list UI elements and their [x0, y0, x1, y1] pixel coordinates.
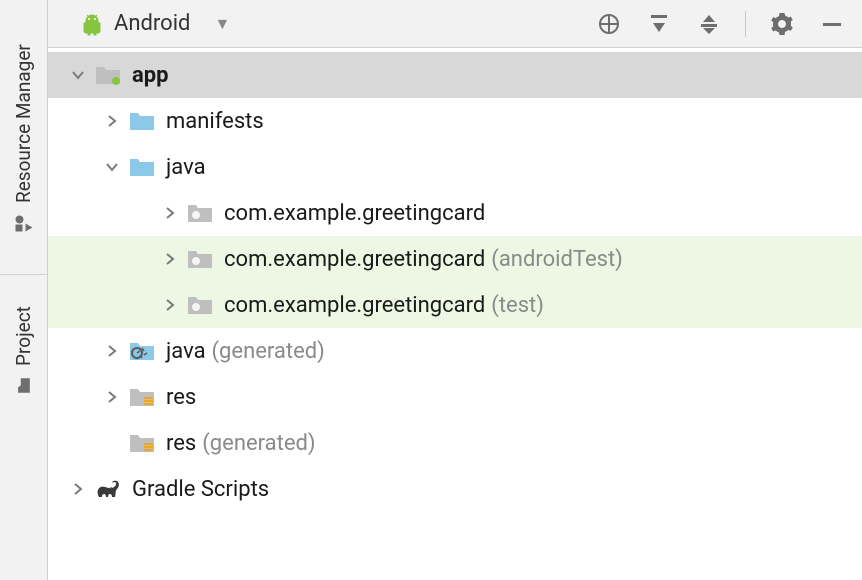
- divider: [745, 11, 746, 37]
- chevron-down-icon: ▼: [214, 14, 230, 34]
- collapse-all-button[interactable]: [695, 10, 723, 38]
- tree-node-label: com.example.greetingcard: [224, 293, 485, 318]
- tree-node-app[interactable]: app: [48, 52, 862, 98]
- android-icon: [80, 12, 104, 36]
- settings-button[interactable]: [768, 10, 796, 38]
- gradle-icon: [94, 475, 122, 503]
- tree-node-package-androidtest[interactable]: com.example.greetingcard (androidTest): [48, 236, 862, 282]
- tree-node-label: java: [166, 155, 206, 180]
- project-panel: Android ▼: [48, 0, 862, 580]
- chevron-down-icon: [100, 155, 124, 179]
- tree-node-manifests[interactable]: manifests: [48, 98, 862, 144]
- side-tab-bar: Resource Manager Project: [0, 0, 48, 580]
- header-actions: [595, 10, 854, 38]
- tree-node-suffix: (generated): [212, 339, 325, 364]
- tree-node-suffix: (generated): [202, 431, 315, 456]
- package-folder-icon: [186, 291, 214, 319]
- tree-node-java-generated[interactable]: java (generated): [48, 328, 862, 374]
- project-panel-header: Android ▼: [48, 0, 862, 48]
- side-tab-label: Project: [12, 306, 35, 366]
- res-folder-icon: [128, 429, 156, 457]
- tree-node-label: res: [166, 385, 196, 410]
- tree-node-label: res: [166, 431, 196, 456]
- module-folder-icon: [94, 61, 122, 89]
- chevron-right-icon: [158, 247, 182, 271]
- package-folder-icon: [186, 199, 214, 227]
- chevron-right-icon: [66, 477, 90, 501]
- select-opened-file-button[interactable]: [595, 10, 623, 38]
- res-folder-icon: [128, 383, 156, 411]
- folder-icon: [128, 153, 156, 181]
- resource-manager-icon: [14, 212, 34, 235]
- view-selector-label: Android: [114, 11, 190, 36]
- chevron-down-icon: [66, 63, 90, 87]
- folder-icon: [128, 107, 156, 135]
- chevron-right-icon: [158, 201, 182, 225]
- view-selector[interactable]: Android ▼: [56, 11, 230, 36]
- folder-icon: [15, 373, 33, 396]
- tree-node-res[interactable]: res: [48, 374, 862, 420]
- chevron-right-icon: [100, 109, 124, 133]
- package-folder-icon: [186, 245, 214, 273]
- tree-node-suffix: (test): [491, 293, 544, 318]
- side-tab-project[interactable]: Project: [12, 275, 35, 425]
- hide-button[interactable]: [818, 10, 846, 38]
- tree-node-label: app: [132, 63, 169, 88]
- side-tab-resource-manager[interactable]: Resource Manager: [12, 4, 35, 274]
- tree-node-label: manifests: [166, 109, 264, 134]
- chevron-right-icon: [100, 385, 124, 409]
- tree-node-gradle-scripts[interactable]: Gradle Scripts: [48, 466, 862, 512]
- tree-node-java[interactable]: java: [48, 144, 862, 190]
- tree-node-label: com.example.greetingcard: [224, 247, 485, 272]
- expand-all-button[interactable]: [645, 10, 673, 38]
- tree-node-label: com.example.greetingcard: [224, 201, 485, 226]
- tree-node-label: java: [166, 339, 206, 364]
- tree-node-res-generated[interactable]: res (generated): [48, 420, 862, 466]
- tree-node-package-test[interactable]: com.example.greetingcard (test): [48, 282, 862, 328]
- generated-folder-icon: [128, 337, 156, 365]
- project-tree: app manifests java: [48, 48, 862, 580]
- chevron-right-icon: [158, 293, 182, 317]
- tree-node-suffix: (androidTest): [491, 247, 623, 272]
- chevron-right-icon: [100, 339, 124, 363]
- tree-node-label: Gradle Scripts: [132, 477, 269, 502]
- side-tab-label: Resource Manager: [12, 45, 35, 204]
- tree-node-package[interactable]: com.example.greetingcard: [48, 190, 862, 236]
